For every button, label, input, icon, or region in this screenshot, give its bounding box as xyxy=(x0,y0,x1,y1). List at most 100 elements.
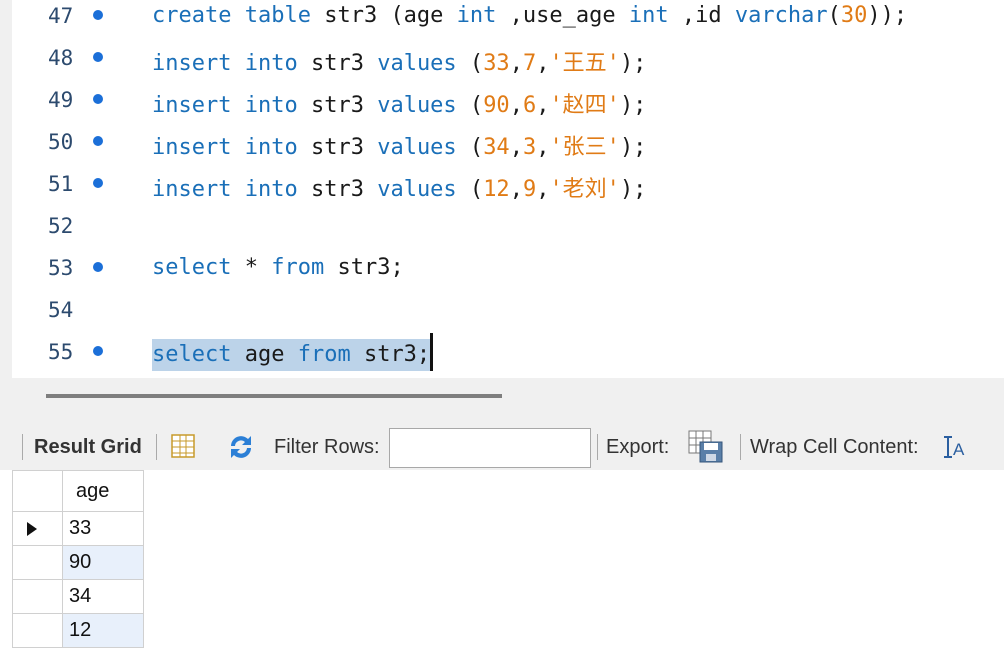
code-token: , xyxy=(536,93,550,118)
code-text[interactable]: insert into str3 values (34,3,'张三'); xyxy=(152,129,646,161)
code-token: , xyxy=(509,135,523,160)
code-token: values xyxy=(377,51,457,76)
code-line[interactable]: 54 xyxy=(12,291,1004,333)
code-text[interactable]: insert into str3 values (33,7,'王五'); xyxy=(152,45,646,77)
code-line[interactable]: 47 create table str3 (age int ,use_age in… xyxy=(12,0,1004,39)
code-token: into xyxy=(244,93,298,118)
code-token: str3 xyxy=(297,177,378,202)
statement-marker-icon[interactable] xyxy=(93,346,103,356)
code-line[interactable]: 55 select age from str3; xyxy=(12,333,1004,375)
export-icon[interactable] xyxy=(688,430,724,470)
code-token: 9 xyxy=(522,177,537,202)
grid-cell[interactable]: 34 xyxy=(63,580,144,614)
toolbar-separator xyxy=(597,434,598,460)
code-token: insert xyxy=(152,51,232,76)
code-line[interactable]: 52 xyxy=(12,207,1004,249)
line-number: 52 xyxy=(48,214,74,238)
code-text[interactable]: create table str3 (age int ,use_age int … xyxy=(152,3,907,28)
scrollbar-thumb[interactable] xyxy=(46,394,502,398)
line-number: 55 xyxy=(48,340,74,364)
code-token: 90 xyxy=(483,93,510,118)
code-token: table xyxy=(244,3,311,28)
code-token: ( xyxy=(456,93,484,118)
code-token: str3 xyxy=(297,93,378,118)
code-line[interactable]: 51 insert into str3 values (12,9,'老刘'); xyxy=(12,165,1004,207)
code-token: * xyxy=(231,255,272,280)
statement-marker-icon[interactable] xyxy=(93,136,103,146)
result-grid[interactable]: age 33 90 34 12 xyxy=(0,470,1004,669)
grid-form-icon[interactable] xyxy=(170,433,196,465)
code-token: ); xyxy=(619,51,647,76)
wrap-text-icon[interactable]: A xyxy=(943,435,967,465)
code-token: insert xyxy=(152,135,232,160)
code-token: values xyxy=(377,177,457,202)
filter-rows-input[interactable] xyxy=(389,428,591,468)
statement-marker-icon[interactable] xyxy=(93,262,103,272)
code-token: from xyxy=(271,255,325,280)
code-token: ); xyxy=(619,135,647,160)
code-token: ( xyxy=(456,177,484,202)
filter-rows-label: Filter Rows: xyxy=(274,436,380,458)
code-token: str3 (age xyxy=(310,3,457,28)
code-text[interactable]: insert into str3 values (90,6,'赵四'); xyxy=(152,87,646,119)
code-token: create xyxy=(152,3,232,28)
code-token: ( xyxy=(456,51,484,76)
row-header[interactable] xyxy=(12,614,63,648)
statement-marker-icon[interactable] xyxy=(93,178,103,188)
code-token: int xyxy=(456,3,497,28)
code-line[interactable]: 50 insert into str3 values (34,3,'张三'); xyxy=(12,123,1004,165)
code-token: 12 xyxy=(483,177,510,202)
grid-cell[interactable]: 33 xyxy=(63,512,144,546)
row-header[interactable] xyxy=(12,580,63,614)
result-toolbar: Result Grid Filter Rows: Export: Wrap Ce… xyxy=(0,424,1004,470)
result-grid-tab[interactable]: Result Grid xyxy=(34,436,142,459)
code-token: values xyxy=(377,135,457,160)
toolbar-separator xyxy=(740,434,741,460)
column-header-age[interactable]: age xyxy=(63,470,144,512)
code-token: 6 xyxy=(522,93,537,118)
code-line[interactable]: 53 select * from str3; xyxy=(12,249,1004,291)
code-token: 34 xyxy=(483,135,510,160)
code-text[interactable]: select * from str3; xyxy=(152,255,404,280)
grid-cell[interactable]: 12 xyxy=(63,614,144,648)
code-token: 7 xyxy=(522,51,537,76)
code-token: varchar xyxy=(734,3,828,28)
code-token: insert xyxy=(152,93,232,118)
grid-cell[interactable]: 90 xyxy=(63,546,144,580)
code-token: insert xyxy=(152,177,232,202)
horizontal-scrollbar[interactable] xyxy=(0,378,1004,424)
code-line[interactable]: 49 insert into str3 values (90,6,'赵四'); xyxy=(12,81,1004,123)
code-token: , xyxy=(536,177,550,202)
line-number: 49 xyxy=(48,88,74,112)
statement-marker-icon[interactable] xyxy=(93,52,103,62)
code-token: str3; xyxy=(324,255,404,280)
code-token: select xyxy=(152,255,232,280)
refresh-icon[interactable] xyxy=(226,432,256,468)
statement-marker-icon[interactable] xyxy=(93,10,103,20)
code-token: str3 xyxy=(297,51,378,76)
code-token: ); xyxy=(619,177,647,202)
line-number: 48 xyxy=(48,46,74,70)
code-token: values xyxy=(377,93,457,118)
code-token: age xyxy=(231,342,298,367)
code-token: 33 xyxy=(483,51,510,76)
statement-marker-icon[interactable] xyxy=(93,94,103,104)
code-text[interactable]: insert into str3 values (12,9,'老刘'); xyxy=(152,171,646,203)
code-text[interactable]: select age from str3; xyxy=(152,333,434,371)
code-token: )); xyxy=(867,3,908,28)
export-label: Export: xyxy=(606,436,670,458)
code-token: str3 xyxy=(297,135,378,160)
code-line[interactable]: 48 insert into str3 values (33,7,'王五'); xyxy=(12,39,1004,81)
sql-editor[interactable]: 47 create table str3 (age int ,use_age in… xyxy=(0,0,1004,378)
code-token: int xyxy=(628,3,669,28)
row-header[interactable] xyxy=(12,546,63,580)
code-token: ( xyxy=(456,135,484,160)
grid-corner xyxy=(12,470,63,512)
code-token: '张三' xyxy=(549,135,620,160)
code-token: 30 xyxy=(840,3,868,28)
line-number: 51 xyxy=(48,172,74,196)
row-header[interactable] xyxy=(12,512,63,546)
